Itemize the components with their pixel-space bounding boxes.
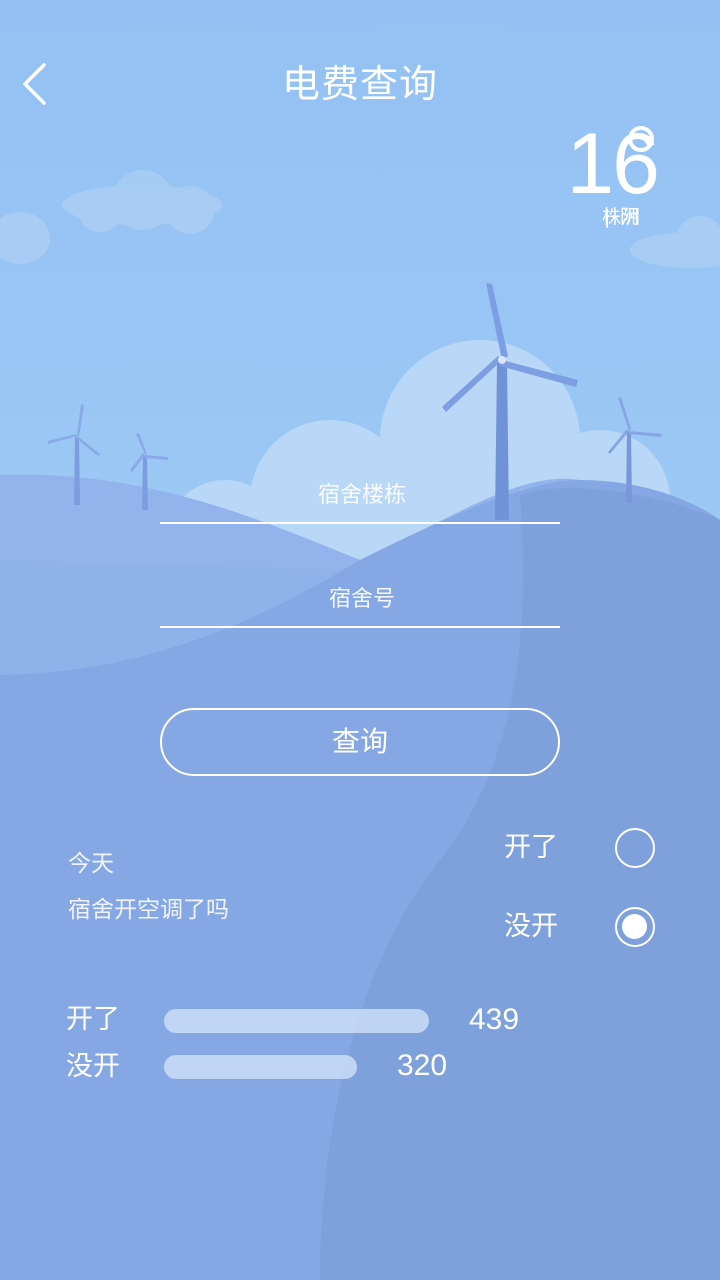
- stat-on-value: 439: [469, 1003, 520, 1036]
- stat-off-label: 没开: [66, 1051, 120, 1082]
- stat-on-bar: [164, 1009, 429, 1033]
- poll-question-line1: 今天: [68, 851, 114, 877]
- stat-off-bar: [164, 1055, 357, 1079]
- building-input[interactable]: [160, 466, 564, 524]
- option-on-label: 开了: [504, 832, 558, 863]
- weather-condition: 阴: [620, 206, 640, 228]
- radio-selected-dot: [622, 914, 647, 939]
- room-field: [160, 570, 564, 628]
- option-off-radio[interactable]: [615, 907, 655, 947]
- query-button[interactable]: 查询: [160, 708, 560, 776]
- stat-off-value: 320: [397, 1049, 448, 1082]
- option-off-label: 没开: [504, 911, 558, 942]
- building-field: [160, 466, 564, 524]
- poll-question-line2: 宿舍开空调了吗: [68, 897, 229, 923]
- room-input[interactable]: [160, 570, 564, 628]
- page-title: 电费查询: [281, 62, 438, 106]
- weather-separator: |: [604, 206, 611, 228]
- option-on-radio[interactable]: [615, 828, 655, 868]
- degree-symbol: [628, 126, 654, 152]
- stat-on-label: 开了: [66, 1004, 120, 1035]
